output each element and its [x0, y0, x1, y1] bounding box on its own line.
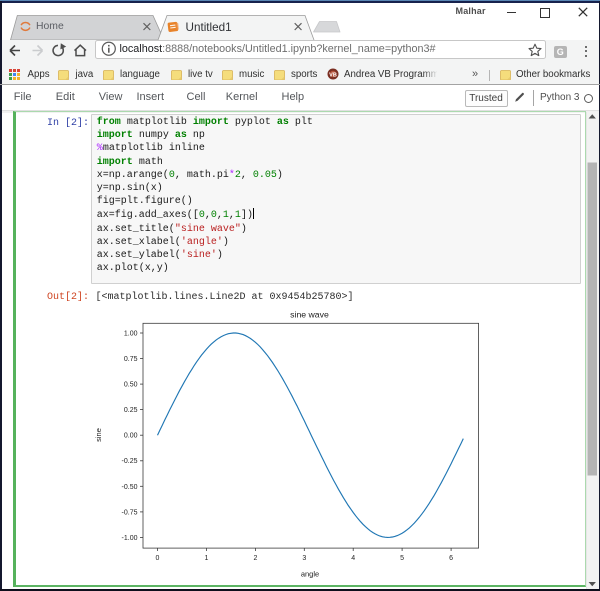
svg-text:1: 1 — [204, 555, 208, 562]
svg-text:0.50: 0.50 — [124, 382, 138, 389]
svg-text:angle: angle — [301, 569, 319, 578]
svg-text:3: 3 — [302, 555, 306, 562]
svg-text:0.75: 0.75 — [124, 356, 138, 363]
svg-text:VB: VB — [329, 72, 337, 78]
svg-text:2: 2 — [253, 555, 257, 562]
svg-text:1.00: 1.00 — [124, 331, 138, 338]
svg-text:4: 4 — [351, 555, 355, 562]
svg-text:sine: sine — [94, 428, 103, 442]
svg-text:-1.00: -1.00 — [122, 535, 138, 542]
svg-text:0.00: 0.00 — [124, 433, 138, 440]
svg-text:6: 6 — [449, 555, 453, 562]
svg-text:5: 5 — [400, 555, 404, 562]
svg-text:-0.50: -0.50 — [122, 484, 138, 491]
svg-text:-0.25: -0.25 — [122, 458, 138, 465]
svg-text:sine wave: sine wave — [290, 310, 329, 320]
svg-text:-0.75: -0.75 — [122, 509, 138, 516]
svg-text:0.25: 0.25 — [124, 407, 138, 414]
svg-text:0: 0 — [156, 555, 160, 562]
